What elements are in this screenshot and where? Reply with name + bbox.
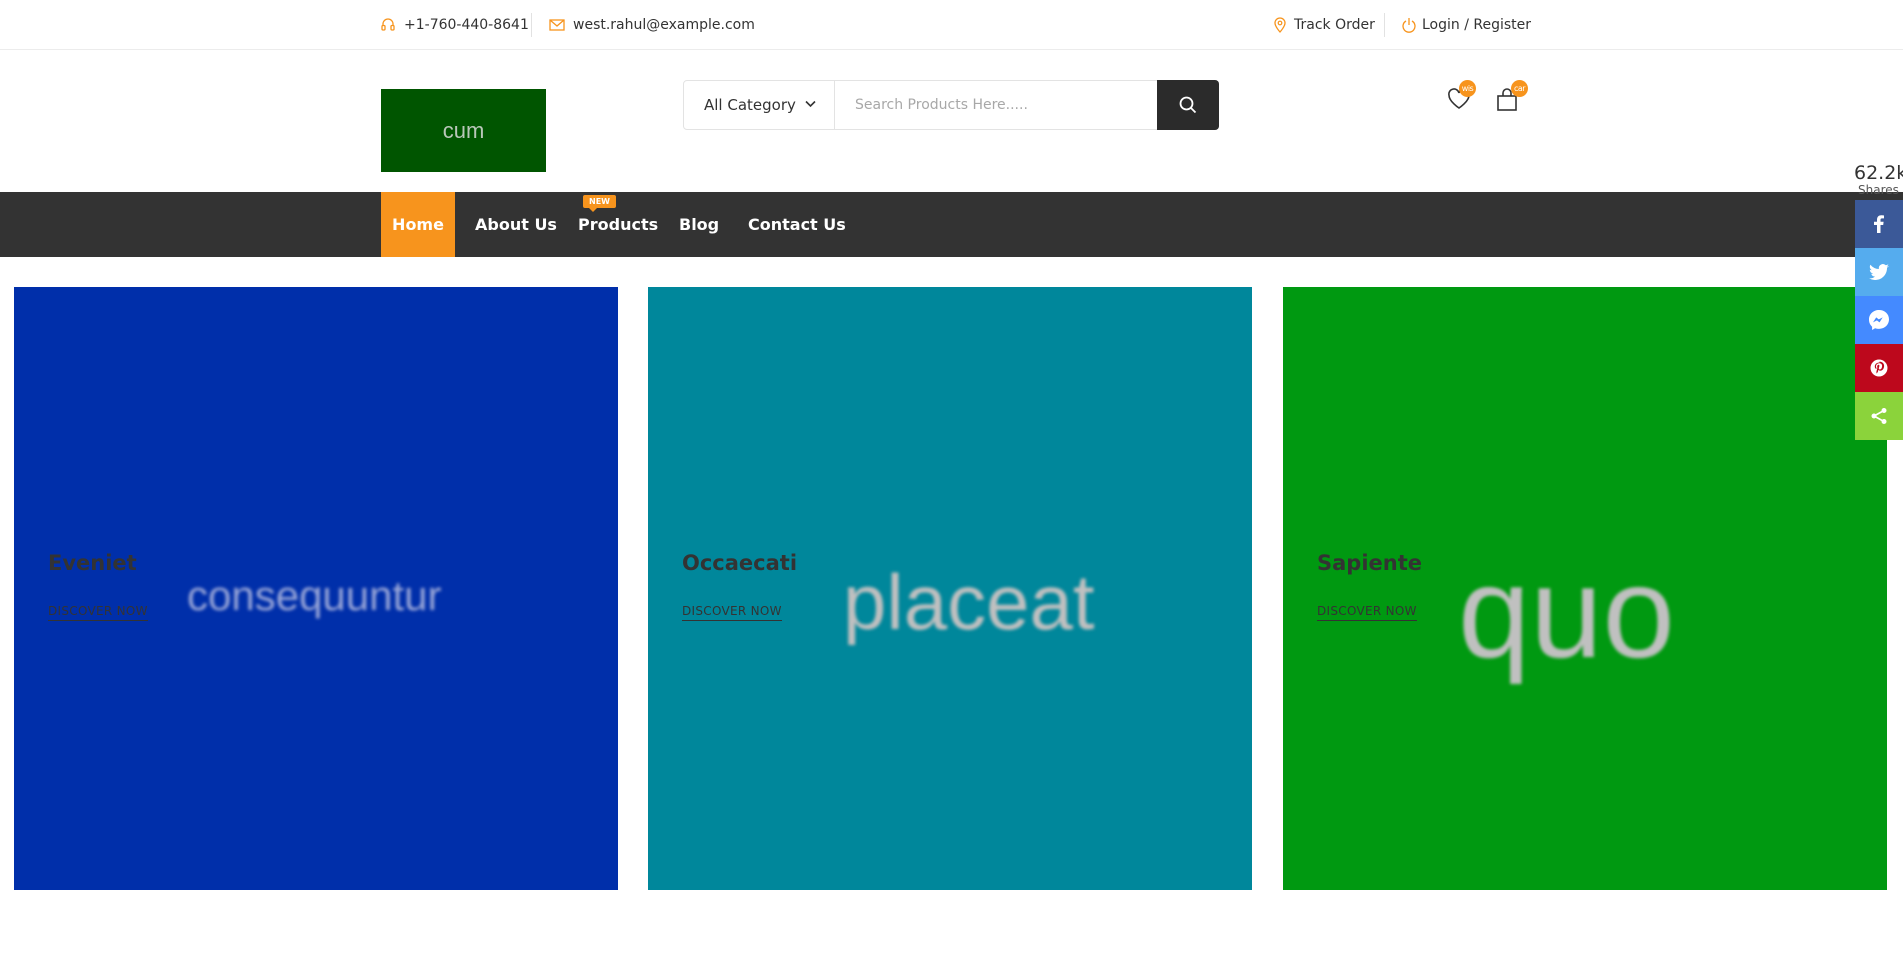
category-label: All Category <box>704 96 796 114</box>
nav-contact-label: Contact Us <box>748 215 846 234</box>
twitter-icon <box>1869 264 1889 280</box>
search-button[interactable] <box>1157 80 1219 130</box>
map-pin-icon <box>1274 16 1286 33</box>
banner-title: Eveniet <box>48 551 137 575</box>
nav-blog-label: Blog <box>679 215 720 234</box>
discover-now-link[interactable]: DISCOVER NOW <box>682 604 782 621</box>
share-counter: 62.2k Shares <box>1854 163 1903 197</box>
share-more-button[interactable] <box>1855 392 1903 440</box>
power-icon <box>1402 17 1416 33</box>
mail-icon <box>549 18 565 31</box>
share-facebook-button[interactable] <box>1855 200 1903 248</box>
site-logo[interactable]: cum <box>381 89 546 172</box>
nav-home[interactable]: Home <box>381 192 455 257</box>
divider <box>531 13 532 37</box>
cart-button[interactable]: car <box>1496 80 1528 118</box>
share-messenger-button[interactable] <box>1855 296 1903 344</box>
main-nav: Home About Us NEW Products Blog Contact … <box>0 192 1903 257</box>
login-register-label: Login / Register <box>1422 16 1532 33</box>
nav-products[interactable]: NEW Products <box>578 192 658 257</box>
search-input[interactable] <box>835 81 1160 129</box>
share-label: Shares <box>1858 183 1899 197</box>
banner-title: Sapiente <box>1317 551 1422 575</box>
nav-products-label: Products <box>578 215 659 234</box>
top-bar: +1-760-440-8641 west.rahul@example.com T… <box>0 0 1903 50</box>
nav-blog[interactable]: Blog <box>679 192 719 257</box>
logo-text: cum <box>442 117 485 143</box>
banner-card[interactable]: consequuntur Eveniet DISCOVER NOW <box>14 287 618 890</box>
email-contact[interactable]: west.rahul@example.com <box>549 0 755 49</box>
headset-icon <box>381 17 395 31</box>
search-icon <box>1179 96 1197 114</box>
discover-now-link[interactable]: DISCOVER NOW <box>48 604 148 621</box>
pinterest-icon <box>1870 359 1888 377</box>
facebook-icon <box>1874 215 1884 233</box>
nav-home-label: Home <box>392 215 444 234</box>
phone-contact[interactable]: +1-760-440-8641 <box>380 0 529 49</box>
share-icon <box>1871 408 1887 424</box>
banner-image-text: consequuntur <box>187 572 442 619</box>
category-select[interactable]: All Category <box>684 81 835 129</box>
cart-badge: car <box>1511 80 1528 97</box>
banner-card[interactable]: quo Sapiente DISCOVER NOW <box>1283 287 1887 890</box>
chevron-down-icon <box>805 100 816 108</box>
share-pinterest-button[interactable] <box>1855 344 1903 392</box>
phone-number: +1-760-440-8641 <box>404 16 529 33</box>
divider <box>1384 13 1385 37</box>
share-count: 62.2k <box>1854 162 1903 184</box>
banner-card[interactable]: placeat Occaecati DISCOVER NOW <box>648 287 1252 890</box>
banner-image-text: quo <box>1458 539 1675 685</box>
banner-image-text: placeat <box>843 558 1095 646</box>
banner-title: Occaecati <box>682 551 798 575</box>
email-address: west.rahul@example.com <box>573 16 755 33</box>
track-order-link[interactable]: Track Order <box>1274 0 1375 49</box>
search-bar: All Category <box>683 80 1219 130</box>
nav-contact-us[interactable]: Contact Us <box>748 192 846 257</box>
track-order-label: Track Order <box>1294 16 1375 33</box>
share-twitter-button[interactable] <box>1855 248 1903 296</box>
new-badge: NEW <box>583 195 616 212</box>
discover-now-link[interactable]: DISCOVER NOW <box>1317 604 1417 621</box>
messenger-icon <box>1869 310 1889 330</box>
nav-about-us[interactable]: About Us <box>475 192 557 257</box>
nav-about-label: About Us <box>475 215 557 234</box>
wishlist-badge: wis <box>1459 80 1476 97</box>
login-register-link[interactable]: Login / Register <box>1402 0 1531 49</box>
wishlist-button[interactable]: wis <box>1447 80 1477 118</box>
